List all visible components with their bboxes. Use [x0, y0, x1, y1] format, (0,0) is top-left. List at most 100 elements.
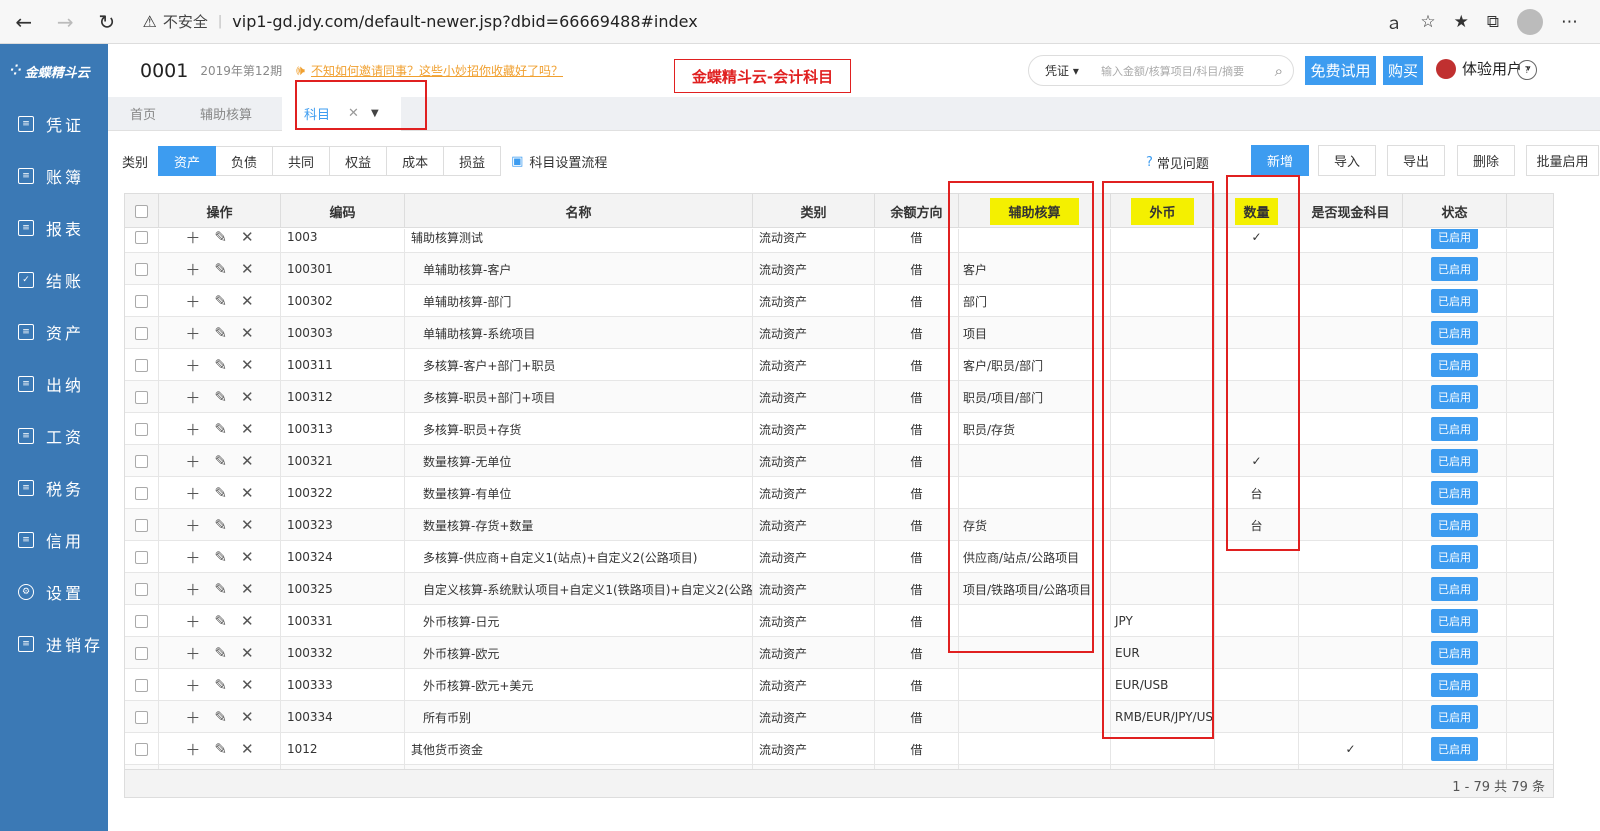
edit-icon[interactable]: ✎ [214, 324, 227, 342]
row-checkbox[interactable] [135, 230, 148, 244]
row-checkbox[interactable] [135, 678, 148, 692]
add-child-icon[interactable]: ＋ [185, 707, 200, 728]
delete-icon[interactable]: ✕ [241, 740, 254, 758]
add-child-icon[interactable]: ＋ [185, 355, 200, 376]
row-checkbox[interactable] [135, 486, 148, 500]
sidebar-item-tax[interactable]: ≡ 税务 [0, 462, 108, 514]
category-profit-loss[interactable]: 损益 [444, 146, 502, 176]
add-child-icon[interactable]: ＋ [185, 579, 200, 600]
row-checkbox[interactable] [135, 742, 148, 756]
table-row[interactable]: ＋ ✎ ✕ 100321 数量核算-无单位 流动资产借 ✓ 已启用 [125, 445, 1553, 477]
status-badge[interactable]: 已启用 [1431, 321, 1478, 345]
row-checkbox[interactable] [135, 358, 148, 372]
add-child-icon[interactable]: ＋ [185, 675, 200, 696]
setup-flow-link[interactable]: ▣ 科目设置流程 [511, 152, 607, 171]
import-button[interactable]: 导入 [1318, 145, 1376, 176]
edit-icon[interactable]: ✎ [214, 356, 227, 374]
edit-icon[interactable]: ✎ [214, 229, 227, 246]
table-row[interactable]: ＋ ✎ ✕ 100312 多核算-职员+部门+项目 流动资产借职员/项目/部门 已启用 [125, 381, 1553, 413]
add-child-icon[interactable]: ＋ [185, 259, 200, 280]
delete-icon[interactable]: ✕ [241, 708, 254, 726]
add-button[interactable]: 新增 [1251, 145, 1309, 176]
search-icon[interactable]: ⌕ [1275, 62, 1283, 80]
category-liabilities[interactable]: 负债 [216, 146, 274, 176]
edit-icon[interactable]: ✎ [214, 548, 227, 566]
status-badge[interactable]: 已启用 [1431, 673, 1478, 697]
table-row[interactable]: ＋ ✎ ✕ 100323 数量核算-存货+数量 流动资产借存货 台 已启用 [125, 509, 1553, 541]
row-select-cell[interactable] [125, 573, 159, 605]
table-row[interactable]: ＋ ✎ ✕ 1003 辅助核算测试 流动资产借 ✓ 已启用 [125, 229, 1553, 253]
row-select-cell[interactable] [125, 285, 159, 317]
table-row[interactable]: ＋ ✎ ✕ 100302 单辅助核算-部门 流动资产借部门 已启用 [125, 285, 1553, 317]
table-row[interactable]: ＋ ✎ ✕ 1012 其他货币资金 流动资产借 ✓ 已启用 [125, 733, 1553, 765]
status-badge[interactable]: 已启用 [1431, 737, 1478, 761]
table-row[interactable]: ＋ ✎ ✕ 100303 单辅助核算-系统项目 流动资产借项目 已启用 [125, 317, 1553, 349]
status-badge[interactable]: 已启用 [1431, 257, 1478, 281]
delete-icon[interactable]: ✕ [241, 452, 254, 470]
sidebar-item-settings[interactable]: ⚙ 设置 [0, 566, 108, 618]
status-badge[interactable]: 已启用 [1431, 481, 1478, 505]
delete-icon[interactable]: ✕ [241, 260, 254, 278]
header-balance-direction[interactable]: 余额方向 [875, 194, 959, 228]
accounting-period[interactable]: 2019年第12期 [200, 62, 282, 79]
delete-icon[interactable]: ✕ [241, 292, 254, 310]
header-code[interactable]: 编码 [281, 194, 405, 228]
row-checkbox[interactable] [135, 294, 148, 308]
delete-icon[interactable]: ✕ [241, 516, 254, 534]
row-select-cell[interactable] [125, 541, 159, 573]
row-select-cell[interactable] [125, 605, 159, 637]
add-child-icon[interactable]: ＋ [185, 547, 200, 568]
table-row[interactable]: ＋ ✎ ✕ 100301 单辅助核算-客户 流动资产借客户 已启用 [125, 253, 1553, 285]
row-select-cell[interactable] [125, 413, 159, 445]
row-checkbox[interactable] [135, 326, 148, 340]
favorites-icon[interactable]: ★ [1454, 12, 1469, 32]
table-row[interactable]: ＋ ✎ ✕ 100325 自定义核算-系统默认项目+自定义1(铁路项目)+自定义2(公路… [125, 573, 1553, 605]
free-trial-button[interactable]: 免费试用 [1305, 56, 1376, 85]
header-status[interactable]: 状态 [1403, 194, 1507, 228]
tab-auxiliary[interactable]: 辅助核算 [178, 97, 274, 131]
add-child-icon[interactable]: ＋ [185, 483, 200, 504]
app-logo[interactable]: ⁘ 金蝶精斗云 [0, 44, 108, 98]
row-checkbox[interactable] [135, 710, 148, 724]
status-badge[interactable]: 已启用 [1431, 385, 1478, 409]
status-badge[interactable]: 已启用 [1431, 417, 1478, 441]
faq-link[interactable]: ? 常见问题 [1146, 153, 1209, 172]
add-child-icon[interactable]: ＋ [185, 451, 200, 472]
sidebar-item-assets[interactable]: ≡ 资产 [0, 306, 108, 358]
row-checkbox[interactable] [135, 390, 148, 404]
add-child-icon[interactable]: ＋ [185, 323, 200, 344]
status-badge[interactable]: 已启用 [1431, 577, 1478, 601]
edit-icon[interactable]: ✎ [214, 612, 227, 630]
row-select-cell[interactable] [125, 733, 159, 765]
tab-home[interactable]: 首页 [108, 97, 178, 131]
header-auxiliary[interactable]: 辅助核算 [959, 194, 1111, 228]
export-button[interactable]: 导出 [1387, 145, 1445, 176]
select-all-checkbox[interactable] [135, 204, 148, 218]
search-type-select[interactable]: 凭证 ▾ [1029, 62, 1095, 79]
table-row[interactable]: ＋ ✎ ✕ 100322 数量核算-有单位 流动资产借 台 已启用 [125, 477, 1553, 509]
read-aloud-icon[interactable]: ａ [1385, 9, 1402, 34]
add-child-icon[interactable]: ＋ [185, 643, 200, 664]
status-badge[interactable]: 已启用 [1431, 289, 1478, 313]
status-badge[interactable]: 已启用 [1431, 609, 1478, 633]
edit-icon[interactable]: ✎ [214, 420, 227, 438]
status-badge[interactable]: 已启用 [1431, 545, 1478, 569]
edit-icon[interactable]: ✎ [214, 676, 227, 694]
row-checkbox[interactable] [135, 422, 148, 436]
delete-icon[interactable]: ✕ [241, 356, 254, 374]
delete-icon[interactable]: ✕ [241, 676, 254, 694]
delete-icon[interactable]: ✕ [241, 612, 254, 630]
category-common[interactable]: 共同 [273, 146, 331, 176]
edit-icon[interactable]: ✎ [214, 452, 227, 470]
status-badge[interactable]: 已启用 [1431, 513, 1478, 537]
header-is-cash[interactable]: 是否现金科目 [1299, 194, 1403, 228]
status-badge[interactable]: 已启用 [1431, 449, 1478, 473]
row-checkbox[interactable] [135, 262, 148, 276]
edit-icon[interactable]: ✎ [214, 740, 227, 758]
delete-icon[interactable]: ✕ [241, 484, 254, 502]
sidebar-item-close[interactable]: ✓ 结账 [0, 254, 108, 306]
table-row[interactable]: ＋ ✎ ✕ 100311 多核算-客户+部门+职员 流动资产借客户/职员/部门 已启用 [125, 349, 1553, 381]
search-input[interactable]: 输入金额/核算项目/科目/摘要 [1101, 63, 1244, 79]
row-select-cell[interactable] [125, 349, 159, 381]
address-bar[interactable]: ⚠ 不安全 | vip1-gd.jdy.com/default-newer.js… [143, 6, 1386, 38]
